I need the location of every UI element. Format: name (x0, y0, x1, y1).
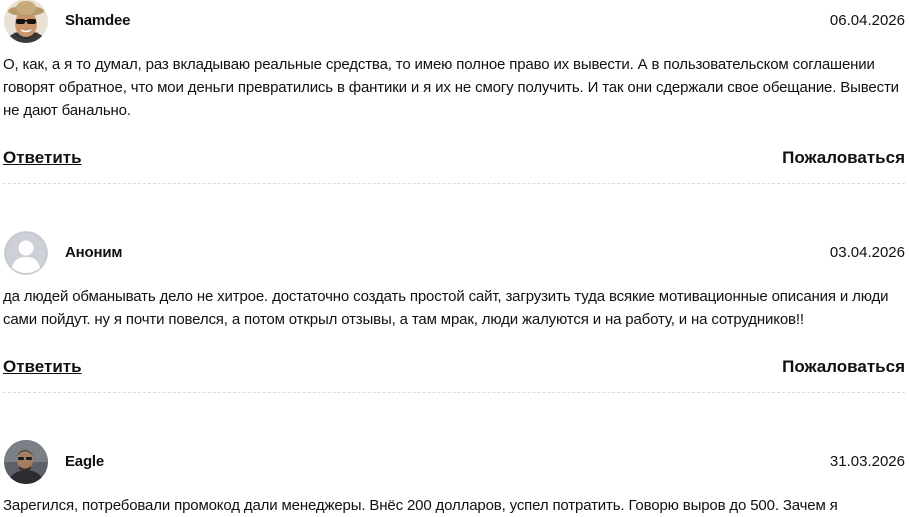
comment-date: 03.04.2026 (829, 244, 905, 261)
comment-divider (3, 392, 905, 393)
comment-text: Зарегился, потребовали промокод дали мен… (3, 497, 838, 514)
comment-item: Аноним 03.04.2026 да людей обманывать де… (3, 231, 905, 393)
reply-link[interactable]: Ответить (3, 148, 82, 168)
comment-date: 06.04.2026 (829, 12, 905, 29)
comment-header: Eagle 31.03.2026 (3, 440, 905, 484)
avatar (4, 231, 48, 275)
comment-divider (3, 183, 905, 184)
user-photo-dark-icon (4, 440, 48, 484)
comment-header: Аноним 03.04.2026 (3, 231, 905, 275)
comment-actions: Ответить Пожаловаться (3, 357, 905, 381)
comment-text: да людей обманывать дело не хитрое. дост… (3, 288, 889, 328)
comment-text: О, как, а я то думал, раз вкладываю реал… (3, 56, 899, 119)
author-name: Eagle (65, 453, 105, 470)
complain-link[interactable]: Пожаловаться (782, 148, 905, 168)
comment-header: Shamdee 06.04.2026 (3, 0, 905, 43)
comment-item: Shamdee 06.04.2026 О, как, а я то думал,… (3, 0, 905, 184)
default-user-icon (4, 231, 48, 275)
complain-link[interactable]: Пожаловаться (782, 357, 905, 377)
author-name: Аноним (65, 244, 123, 261)
comment-actions: Ответить Пожаловаться (3, 148, 905, 172)
comment-date: 31.03.2026 (829, 453, 905, 470)
reply-link[interactable]: Ответить (3, 357, 82, 377)
user-photo-sunglasses-hat-icon (4, 0, 48, 43)
comment-item: Eagle 31.03.2026 Зарегился, потребовали … (3, 440, 905, 517)
avatar (4, 0, 48, 43)
avatar (4, 440, 48, 484)
author-name: Shamdee (65, 12, 131, 29)
